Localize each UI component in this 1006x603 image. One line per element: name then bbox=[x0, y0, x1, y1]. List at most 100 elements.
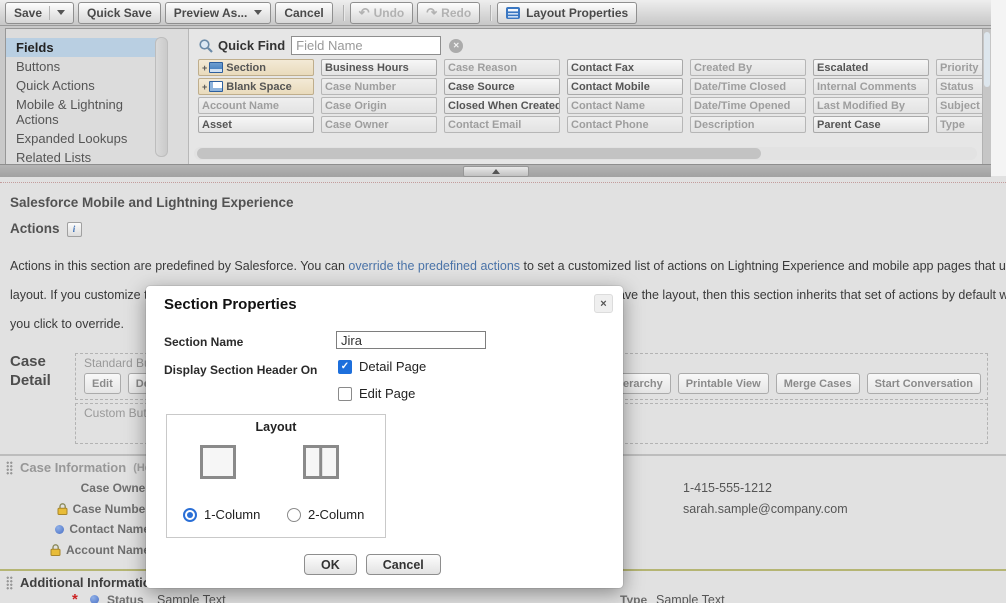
palette-item[interactable]: Date/Time Opened bbox=[690, 97, 806, 114]
palette-item[interactable]: Contact Phone bbox=[567, 116, 683, 133]
field-row[interactable]: Case Number bbox=[0, 499, 150, 520]
sidebar-item-related-lists[interactable]: Related Lists bbox=[6, 148, 162, 165]
palette-item[interactable]: Case Number bbox=[321, 78, 437, 95]
palette-item[interactable]: +Section bbox=[198, 59, 314, 76]
palette-item[interactable]: Case Reason bbox=[444, 59, 560, 76]
edit-page-checkbox[interactable] bbox=[338, 387, 352, 401]
case-information-header: Case Information (Hea bbox=[6, 460, 157, 475]
dialog-cancel-button[interactable]: Cancel bbox=[366, 554, 441, 575]
field-value: 1-415-555-1212 bbox=[683, 478, 848, 499]
cancel-button[interactable]: Cancel bbox=[275, 2, 332, 24]
detail-page-option: Detail Page bbox=[338, 359, 426, 374]
one-column-radio[interactable] bbox=[183, 508, 197, 522]
palette-hscrollbar[interactable] bbox=[194, 147, 977, 160]
palette-item-label: Priority bbox=[940, 62, 979, 74]
section-name-input[interactable] bbox=[336, 331, 486, 349]
palette-item[interactable]: Parent Case bbox=[813, 116, 929, 133]
field-label: Contact Name bbox=[69, 522, 150, 536]
palette-item[interactable]: Description bbox=[690, 116, 806, 133]
palette-item[interactable]: Last Modified By bbox=[813, 97, 929, 114]
palette-item-label: Business Hours bbox=[325, 62, 409, 74]
drag-handle-icon[interactable] bbox=[6, 576, 13, 590]
sidebar-item-expanded-lookups[interactable]: Expanded Lookups bbox=[6, 129, 162, 148]
vscrollbar-thumb[interactable] bbox=[984, 32, 990, 87]
palette-vscrollbar[interactable] bbox=[982, 29, 991, 164]
palette-item-label: Created By bbox=[694, 62, 752, 74]
palette-item[interactable]: Contact Fax bbox=[567, 59, 683, 76]
right-gutter bbox=[991, 0, 1006, 176]
paragraph-text: Actions in this section are predefined b… bbox=[10, 259, 348, 273]
custom-buttons-label: Custom Butt bbox=[84, 406, 150, 420]
palette-item[interactable]: Date/Time Closed bbox=[690, 78, 806, 95]
palette-item[interactable]: Case Owner bbox=[321, 116, 437, 133]
field-row[interactable]: Contact Name bbox=[0, 519, 150, 540]
clear-icon[interactable] bbox=[449, 39, 463, 53]
display-header-on-label: Display Section Header On bbox=[164, 363, 317, 377]
redo-button[interactable]: ↷ Redo bbox=[417, 2, 480, 24]
sidebar-item-buttons[interactable]: Buttons bbox=[6, 57, 162, 76]
palette-item[interactable]: Contact Name bbox=[567, 97, 683, 114]
triangle-up-icon bbox=[492, 169, 500, 174]
palette-item-label: Case Owner bbox=[325, 119, 389, 131]
palette-item-label: Section bbox=[226, 62, 266, 74]
edit-page-option: Edit Page bbox=[338, 386, 415, 401]
palette-item[interactable]: Account Name bbox=[198, 97, 314, 114]
palette-item-label: Subject bbox=[940, 100, 980, 112]
palette-item[interactable]: Case Origin bbox=[321, 97, 437, 114]
palette-item-label: Parent Case bbox=[817, 119, 881, 131]
lock-icon bbox=[57, 503, 68, 515]
sidebar-item-quick-actions[interactable]: Quick Actions bbox=[6, 76, 162, 95]
sidebar-item-mobile-lightning-actions[interactable]: Mobile & Lightning Actions bbox=[6, 95, 162, 129]
palette-item-label: Internal Comments bbox=[817, 81, 917, 93]
palette-fields-area: Quick Find +Section+Blank SpaceAccount N… bbox=[190, 29, 991, 164]
palette-item[interactable]: Contact Email bbox=[444, 116, 560, 133]
palette-item-label: Contact Name bbox=[571, 100, 645, 112]
palette-item[interactable]: Created By bbox=[690, 59, 806, 76]
detail-page-checkbox[interactable] bbox=[338, 360, 352, 374]
override-actions-link[interactable]: override the predefined actions bbox=[348, 259, 520, 273]
ok-button[interactable]: OK bbox=[304, 554, 357, 575]
quick-save-button[interactable]: Quick Save bbox=[78, 2, 161, 24]
field-row[interactable]: Case Owner bbox=[0, 478, 150, 499]
detail-button-printable-view[interactable]: Printable View bbox=[678, 373, 769, 394]
blue-dot-icon bbox=[90, 595, 99, 603]
palette-item-label: Status bbox=[940, 81, 974, 93]
caret-down-icon[interactable] bbox=[57, 10, 65, 15]
page-layout-editor: Save Quick Save Preview As... Cancel ↶ U… bbox=[0, 0, 1006, 603]
palette-item[interactable]: Case Source bbox=[444, 78, 560, 95]
undo-button[interactable]: ↶ Undo bbox=[350, 2, 414, 24]
type-field-value: Sample Text bbox=[656, 593, 725, 603]
redo-icon: ↷ bbox=[426, 5, 437, 21]
layout-properties-button[interactable]: Layout Properties bbox=[497, 2, 637, 24]
palette-item[interactable]: Closed When Created bbox=[444, 97, 560, 114]
drag-handle-icon[interactable] bbox=[6, 461, 13, 475]
close-icon[interactable]: × bbox=[594, 294, 613, 313]
preview-as-label: Preview As... bbox=[174, 6, 248, 20]
sidebar-scrollbar[interactable] bbox=[155, 37, 168, 157]
hscrollbar-thumb[interactable] bbox=[197, 148, 761, 159]
one-column-option: 1-Column bbox=[183, 507, 260, 522]
palette-item-label: Case Number bbox=[325, 81, 396, 93]
split-divider bbox=[49, 6, 50, 20]
palette-item[interactable]: Business Hours bbox=[321, 59, 437, 76]
two-column-radio[interactable] bbox=[287, 508, 301, 522]
field-row[interactable]: Account Name bbox=[0, 540, 150, 561]
save-button[interactable]: Save bbox=[5, 2, 74, 24]
collapse-panel-button[interactable] bbox=[463, 166, 529, 177]
case-info-values: 1-415-555-1212sarah.sample@company.com bbox=[683, 478, 848, 519]
info-icon[interactable]: i bbox=[67, 222, 82, 237]
detail-button-start-conversation[interactable]: Start Conversation bbox=[867, 373, 981, 394]
detail-button-edit[interactable]: Edit bbox=[84, 373, 121, 394]
palette-item[interactable]: Asset bbox=[198, 116, 314, 133]
palette-item[interactable]: Contact Mobile bbox=[567, 78, 683, 95]
palette-item[interactable]: +Blank Space bbox=[198, 78, 314, 95]
palette-item[interactable]: Internal Comments bbox=[813, 78, 929, 95]
quick-find-input[interactable] bbox=[291, 36, 441, 55]
detail-page-label: Detail Page bbox=[359, 359, 426, 374]
preview-as-button[interactable]: Preview As... bbox=[165, 2, 272, 24]
detail-button-merge-cases[interactable]: Merge Cases bbox=[776, 373, 860, 394]
sidebar-item-fields[interactable]: Fields bbox=[6, 38, 162, 57]
palette-sidebar: FieldsButtonsQuick ActionsMobile & Light… bbox=[6, 29, 189, 164]
palette-item-label: Contact Email bbox=[448, 119, 521, 131]
palette-item[interactable]: Escalated bbox=[813, 59, 929, 76]
